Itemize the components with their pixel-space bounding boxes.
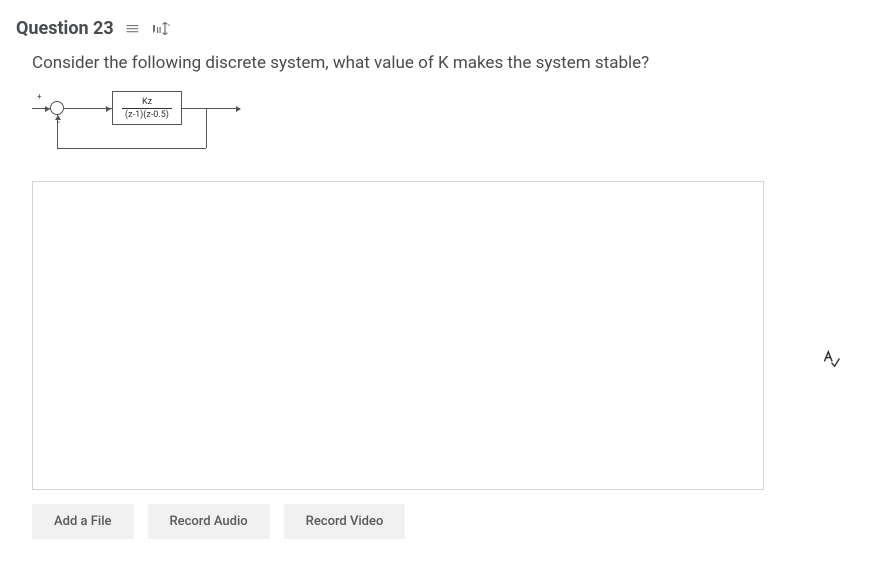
transfer-function-block: Kz (z-1)(z-0.5) bbox=[112, 91, 182, 125]
record-audio-button[interactable]: Record Audio bbox=[148, 504, 270, 539]
add-file-button[interactable]: Add a File bbox=[32, 504, 134, 539]
text-direction-icon[interactable] bbox=[152, 22, 180, 36]
tf-numerator: Kz bbox=[142, 97, 152, 108]
record-video-button[interactable]: Record Video bbox=[284, 504, 406, 539]
spellcheck-icon[interactable] bbox=[822, 350, 840, 372]
question-body: Consider the following discrete system, … bbox=[16, 53, 862, 539]
block-diagram: + - Kz (z-1)(z-0.5) bbox=[32, 91, 252, 155]
answer-textarea[interactable] bbox=[32, 181, 764, 490]
question-options-icon[interactable] bbox=[126, 22, 140, 36]
plus-sign: + bbox=[37, 92, 42, 101]
attachment-actions: Add a File Record Audio Record Video bbox=[32, 504, 846, 539]
question-title: Question 23 bbox=[16, 18, 114, 39]
question-header: Question 23 bbox=[16, 18, 862, 39]
question-prompt: Consider the following discrete system, … bbox=[32, 53, 846, 73]
tf-denominator: (z-1)(z-0.5) bbox=[122, 108, 172, 120]
summing-junction bbox=[50, 101, 64, 115]
